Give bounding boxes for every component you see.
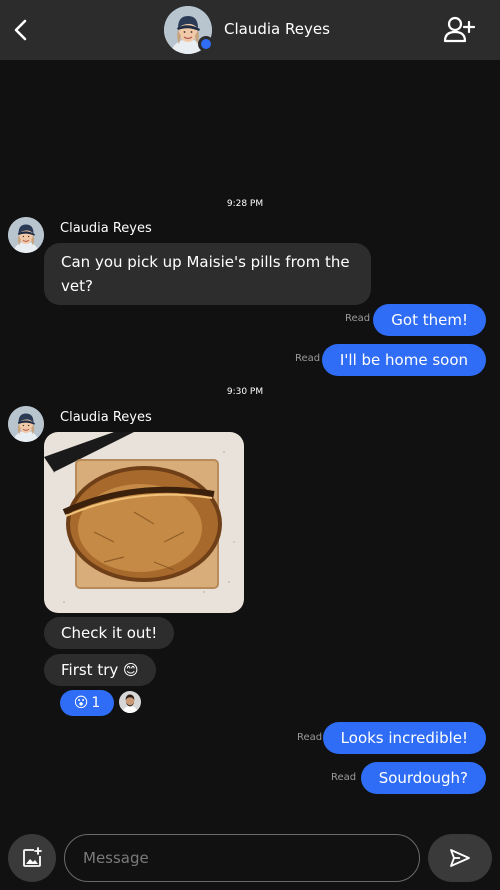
read-receipt: Read <box>295 353 321 364</box>
reaction-badge[interactable]: 😮 1 <box>60 690 114 716</box>
add-photo-button[interactable] <box>8 834 56 882</box>
send-button[interactable] <box>428 834 492 882</box>
sender-avatar[interactable] <box>8 406 44 442</box>
sender-name: Claudia Reyes <box>60 221 152 236</box>
incoming-message[interactable]: Can you pick up Maisie's pills from the … <box>44 243 371 305</box>
read-receipt: Read <box>345 313 371 324</box>
message-input[interactable] <box>64 834 420 882</box>
surprised-emoji-icon: 😮 <box>73 695 89 711</box>
outgoing-message[interactable]: I'll be home soon <box>321 344 486 376</box>
reactor-avatar[interactable] <box>119 691 141 713</box>
person-add-icon <box>443 16 476 43</box>
outgoing-message[interactable]: Sourdough? <box>360 762 486 794</box>
read-receipt: Read <box>297 732 323 743</box>
incoming-message[interactable]: Check it out! <box>44 617 175 649</box>
outgoing-message[interactable]: Looks incredible! <box>322 722 486 754</box>
reaction-count: 1 <box>91 695 101 711</box>
chevron-left-icon <box>14 19 27 41</box>
bread-photo-attachment[interactable] <box>44 432 244 613</box>
contact-avatar[interactable] <box>164 6 214 54</box>
outgoing-message[interactable]: Got them! <box>373 304 486 336</box>
timestamp: 9:30 PM <box>226 387 264 397</box>
read-receipt: Read <box>331 772 357 783</box>
contact-name[interactable]: Claudia Reyes <box>224 20 330 38</box>
back-button[interactable] <box>6 14 38 46</box>
sender-avatar[interactable] <box>8 217 44 253</box>
online-status-dot <box>198 36 214 52</box>
add-photo-icon <box>23 847 42 867</box>
chat-header: Claudia Reyes <box>0 0 500 60</box>
add-person-button[interactable] <box>442 14 476 46</box>
sender-name: Claudia Reyes <box>60 410 152 425</box>
send-icon <box>450 849 470 867</box>
incoming-message[interactable]: First try 😊 <box>44 654 156 686</box>
timestamp: 9:28 PM <box>226 199 264 209</box>
